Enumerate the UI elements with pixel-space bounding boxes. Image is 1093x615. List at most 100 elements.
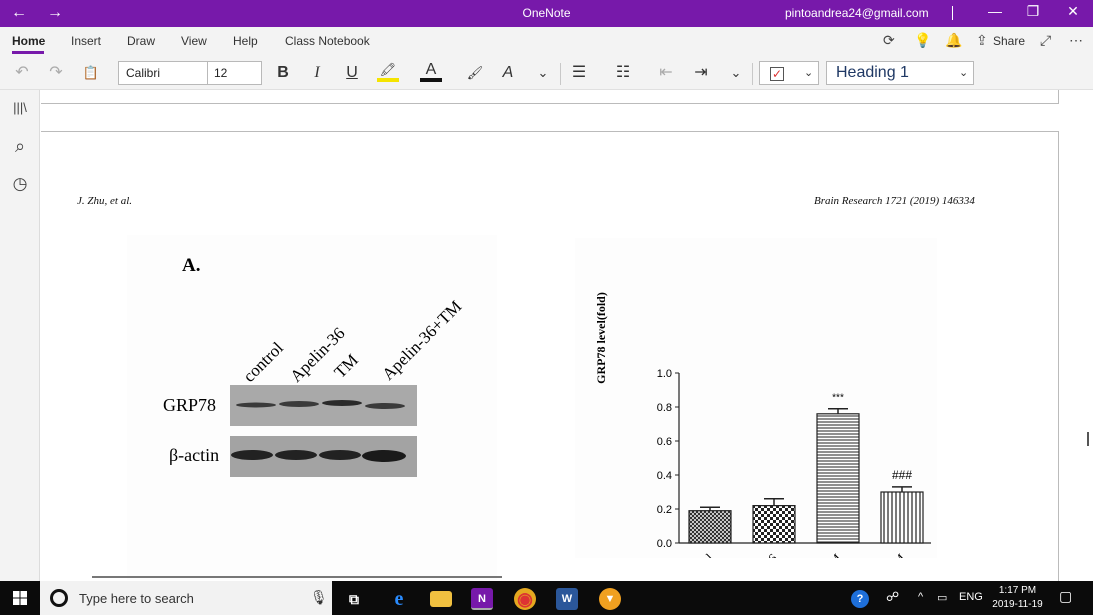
style-picker[interactable]: Heading 1 ⌄: [826, 61, 974, 85]
bar: [688, 510, 732, 544]
blot-band: [231, 450, 273, 460]
notebooks-icon[interactable]: |||\: [10, 100, 30, 115]
toolbar-divider: [560, 63, 561, 85]
paper-header-journal: Brain Research 1721 (2019) 146334: [814, 195, 975, 207]
redo-icon[interactable]: ↷: [45, 62, 67, 84]
undo-icon[interactable]: ↶: [11, 62, 33, 84]
lane-label: Apelin-36+TM: [378, 297, 465, 384]
language-indicator[interactable]: ENG: [959, 591, 983, 603]
navigation-rail: |||\ ⌕ ◷: [0, 90, 40, 581]
horizontal-scroll-indicator[interactable]: [92, 576, 502, 578]
edge-browser-icon[interactable]: e: [388, 588, 410, 610]
grp78-bar-chart: GRP78 level(fold) 0.0 0.2 0.4 0.6 0.8 1.0 con…: [575, 238, 937, 615]
bold-button[interactable]: B: [272, 62, 294, 84]
lightbulb-icon[interactable]: 💡: [914, 32, 931, 49]
bar: [816, 413, 860, 544]
battery-icon[interactable]: ▭: [937, 591, 947, 604]
tab-view[interactable]: View: [181, 34, 207, 48]
tag-picker[interactable]: ✓ ⌄: [759, 61, 819, 85]
task-view-icon[interactable]: ⧉: [343, 588, 365, 610]
windows-taskbar: Type here to search 🎙 ⧉ e ▬ N ◉ W ▼ ? ☍ …: [0, 581, 1093, 615]
taskbar-search-box[interactable]: Type here to search 🎙: [40, 581, 332, 615]
y-tick-label: 0.4: [657, 470, 672, 482]
significance-label: ###: [892, 468, 912, 482]
x-tick-label: TM: [820, 550, 845, 558]
app-title: OneNote: [522, 6, 571, 20]
blot-row-label: β-actin: [169, 445, 219, 465]
people-icon[interactable]: ☍: [886, 589, 899, 605]
outdent-icon[interactable]: ⇤: [655, 62, 677, 84]
microphone-icon[interactable]: 🎙: [310, 589, 328, 606]
recent-clock-icon[interactable]: ◷: [10, 174, 30, 194]
restore-icon[interactable]: ❐: [1023, 3, 1043, 20]
minimize-icon[interactable]: —: [985, 3, 1005, 19]
file-explorer-icon[interactable]: ▬: [430, 591, 452, 608]
tab-home[interactable]: Home: [12, 34, 45, 48]
close-icon[interactable]: ✕: [1063, 3, 1083, 20]
windows-start-icon[interactable]: [13, 591, 27, 605]
tab-help[interactable]: Help: [233, 34, 258, 48]
y-tick-label: 0.6: [657, 436, 672, 448]
highlighter-icon[interactable]: 🖍: [377, 62, 399, 82]
numbering-icon[interactable]: ☷: [612, 62, 634, 84]
account-email[interactable]: pintoandrea24@gmail.com: [785, 6, 929, 20]
tab-insert[interactable]: Insert: [71, 34, 101, 48]
style-name[interactable]: Heading 1: [836, 64, 909, 82]
font-color-button[interactable]: A: [420, 62, 442, 82]
lane-label: control: [239, 338, 287, 386]
font-picker[interactable]: Calibri 12: [118, 61, 262, 85]
lane-labels: control Apelin-36 TM Apelin-36+TM: [239, 297, 465, 386]
clipboard-icon[interactable]: 📋: [80, 62, 102, 84]
note-canvas[interactable]: J. Zhu, et al. Brain Research 1721 (2019…: [41, 90, 1093, 615]
tab-class-notebook[interactable]: Class Notebook: [285, 34, 370, 48]
titlebar-divider: [952, 6, 953, 20]
panel-label: A.: [182, 255, 200, 276]
chevron-down-icon[interactable]: ⌄: [804, 66, 813, 79]
search-placeholder[interactable]: Type here to search: [79, 591, 194, 606]
indent-icon[interactable]: ⇥: [690, 62, 712, 84]
bar: [880, 491, 924, 544]
format-painter-icon[interactable]: 🖌: [464, 62, 486, 84]
bell-icon[interactable]: 🔔: [945, 32, 962, 49]
search-icon[interactable]: ⌕: [10, 136, 30, 157]
expand-icon[interactable]: ⤢: [1040, 32, 1051, 49]
blot-band: [365, 403, 405, 409]
chevron-down-icon[interactable]: ⌄: [532, 62, 554, 84]
toolbar-divider: [752, 63, 753, 85]
word-icon[interactable]: W: [556, 588, 578, 610]
underline-button[interactable]: U: [341, 62, 363, 84]
clock-time: 1:17 PM: [998, 585, 1037, 596]
system-clock[interactable]: 1:17 PM 2019-11-19: [990, 584, 1045, 612]
y-tick-label: 0.0: [657, 538, 672, 550]
font-name-field[interactable]: Calibri: [126, 66, 160, 80]
tray-expand-icon[interactable]: ^: [918, 591, 923, 603]
vpn-shield-icon[interactable]: ▼: [599, 588, 621, 610]
sync-icon[interactable]: ⟳: [883, 32, 895, 49]
chevron-down-icon[interactable]: ⌄: [725, 62, 747, 84]
bullets-icon[interactable]: ☰: [568, 62, 590, 84]
share-icon[interactable]: ⇪: [976, 32, 988, 49]
clear-formatting-icon[interactable]: A: [497, 62, 519, 84]
clock-date: 2019-11-19: [992, 599, 1043, 610]
notifications-icon[interactable]: ▢: [1059, 588, 1072, 605]
home-toolbar: ↶ ↷ 📋 Calibri 12 B I U 🖍 A 🖌 A ⌄ ☰ ☷ ⇤ ⇥…: [0, 55, 1093, 90]
x-tick-label: Apelin-36: [732, 550, 780, 558]
share-button[interactable]: Share: [993, 34, 1025, 48]
cortana-icon[interactable]: [50, 589, 68, 607]
blot-band: [362, 450, 406, 462]
font-size-field[interactable]: 12: [214, 66, 227, 80]
x-tick-label: Apelin-36+TM: [841, 550, 908, 558]
blot-band: [279, 401, 319, 407]
italic-button[interactable]: I: [306, 62, 328, 84]
vertical-scroll-indicator[interactable]: [1087, 432, 1089, 446]
tab-draw[interactable]: Draw: [127, 34, 155, 48]
chevron-down-icon[interactable]: ⌄: [959, 66, 968, 79]
blot-band: [236, 402, 276, 408]
y-tick-label: 0.8: [657, 402, 672, 414]
more-options-icon[interactable]: ⋯: [1069, 32, 1083, 49]
help-icon[interactable]: ?: [851, 590, 869, 608]
blot-band: [319, 450, 361, 460]
checkbox-tag-icon[interactable]: ✓: [770, 67, 784, 81]
onenote-taskbar-icon[interactable]: N: [471, 588, 493, 610]
chrome-icon[interactable]: ◉: [514, 588, 536, 610]
